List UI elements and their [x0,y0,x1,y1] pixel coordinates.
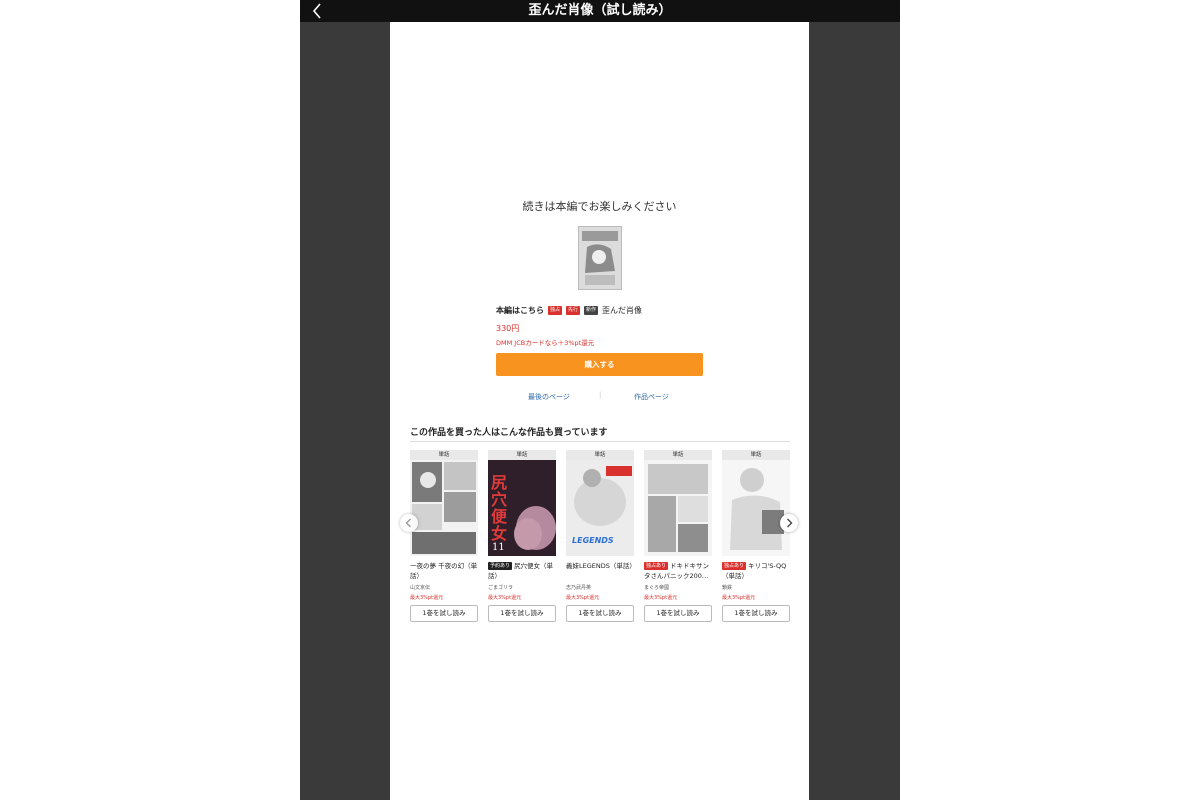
card-author[interactable]: 志乃武丹英 [566,584,634,591]
card-author[interactable]: 鎖鉄 [722,584,790,591]
card-cover-image[interactable] [722,460,790,556]
recommend-card[interactable]: 単話 LEGENDS 義妹LEGENDS（単話） 志乃武丹英 最大3%pt還元 … [566,450,636,622]
tag-exclusive: 独占 [548,306,563,315]
work-page-link[interactable]: 作品ページ [634,392,669,402]
card-type-label: 単話 [410,450,478,460]
card-type-label: 単話 [566,450,634,460]
card-badge: 独占あり [722,562,747,570]
card-title[interactable]: 独占あり キリコ'S-QQ（単話） [722,561,790,581]
card-title[interactable]: 独占あり ドキドキサンタさんパニック200… [644,561,712,581]
card-author[interactable]: まぐろ帝國 [644,584,712,591]
cover-title-text: 尻穴便女 [491,473,508,543]
tag-early: 先行 [566,306,581,315]
divider [410,441,790,442]
continue-message: 続きは本編でお楽しみください [522,200,677,213]
trial-read-button[interactable]: 1巻を試し読み [488,605,556,622]
carousel-prev-button[interactable] [400,514,418,532]
main-work-title[interactable]: 歪んだ肖像 [602,305,642,316]
end-page-panel: 続きは本編でお楽しみください 本編はこちら 独占 先行 新作 歪んだ肖像 330… [390,22,809,800]
card-title[interactable]: 義妹LEGENDS（単話） [566,561,636,571]
viewer-frame: 歪んだ肖像（試し読み） 続きは本編でお楽しみください 本編はこちら 独占 先行 … [300,0,900,800]
card-type-label: 単話 [488,450,556,460]
carousel-next-button[interactable] [780,514,798,532]
chevron-right-icon [787,518,793,528]
card-cover-image[interactable] [410,460,478,556]
cover-logo-text: LEGENDS [572,536,614,545]
chevron-left-icon [405,518,411,528]
card-type-label: 単話 [644,450,712,460]
main-work-label: 本編はこちら [496,306,544,315]
card-badge: 独占あり [644,562,669,570]
card-badge: 予約あり [488,562,513,570]
cover-volume-text: 11 [492,542,505,553]
card-author[interactable]: 山文京伝 [410,584,478,591]
recommend-card[interactable]: 単話 一夜の夢 千夜の幻（単話） 山文京伝 最大3%pt還元 1巻を試し読み [410,450,478,622]
page-title: 歪んだ肖像（試し読み） [528,3,672,18]
last-page-link[interactable]: 最後のページ [528,392,570,402]
card-point: 最大3%pt還元 [488,595,522,601]
link-separator: | [599,391,602,399]
trial-read-button[interactable]: 1巻を試し読み [566,605,634,622]
card-cover-image[interactable] [644,460,712,556]
card-title[interactable]: 一夜の夢 千夜の幻（単話） [410,561,478,581]
recommend-carousel: 単話 一夜の夢 千夜の幻（単話） 山文京伝 最大3%pt還元 1巻を試し読み 単… [410,450,790,630]
recommend-heading: この作品を買った人はこんな作品も買っています [410,428,608,438]
card-type-label: 単話 [722,450,790,460]
tag-new: 新作 [584,306,599,315]
buy-button[interactable]: 購入する [496,353,703,376]
jcb-point-note: DMM JCBカードなら＋3%pt還元 [496,339,595,347]
recommend-card[interactable]: 単話 独占あり ドキドキサンタさんパニック200… まぐろ帝國 最大3%pt還元 … [644,450,712,622]
price: 330円 [496,324,520,333]
card-cover-image[interactable]: LEGENDS [566,460,634,556]
card-cover-image[interactable]: 尻穴便女 11 [488,460,556,556]
recommend-card[interactable]: 単話 独占あり キリコ'S-QQ（単話） 鎖鉄 最大3%pt還元 1巻を試し読み [722,450,790,622]
main-work-row: 本編はこちら 独占 先行 新作 歪んだ肖像 [496,305,642,316]
card-author[interactable]: ごまゴリラ [488,584,556,591]
trial-read-button[interactable]: 1巻を試し読み [644,605,712,622]
work-cover-image[interactable] [578,226,622,290]
trial-read-button[interactable]: 1巻を試し読み [410,605,478,622]
card-point: 最大3%pt還元 [722,595,756,601]
top-bar: 歪んだ肖像（試し読み） [300,0,900,22]
card-point: 最大3%pt還元 [566,595,600,601]
recommend-card[interactable]: 単話 尻穴便女 11 予約あり 尻穴便女（単話） ごまゴリラ 最大3%pt還元 1… [488,450,556,622]
trial-read-button[interactable]: 1巻を試し読み [722,605,790,622]
card-title[interactable]: 予約あり 尻穴便女（単話） [488,561,556,581]
card-point: 最大3%pt還元 [410,595,444,601]
card-point: 最大3%pt還元 [644,595,678,601]
